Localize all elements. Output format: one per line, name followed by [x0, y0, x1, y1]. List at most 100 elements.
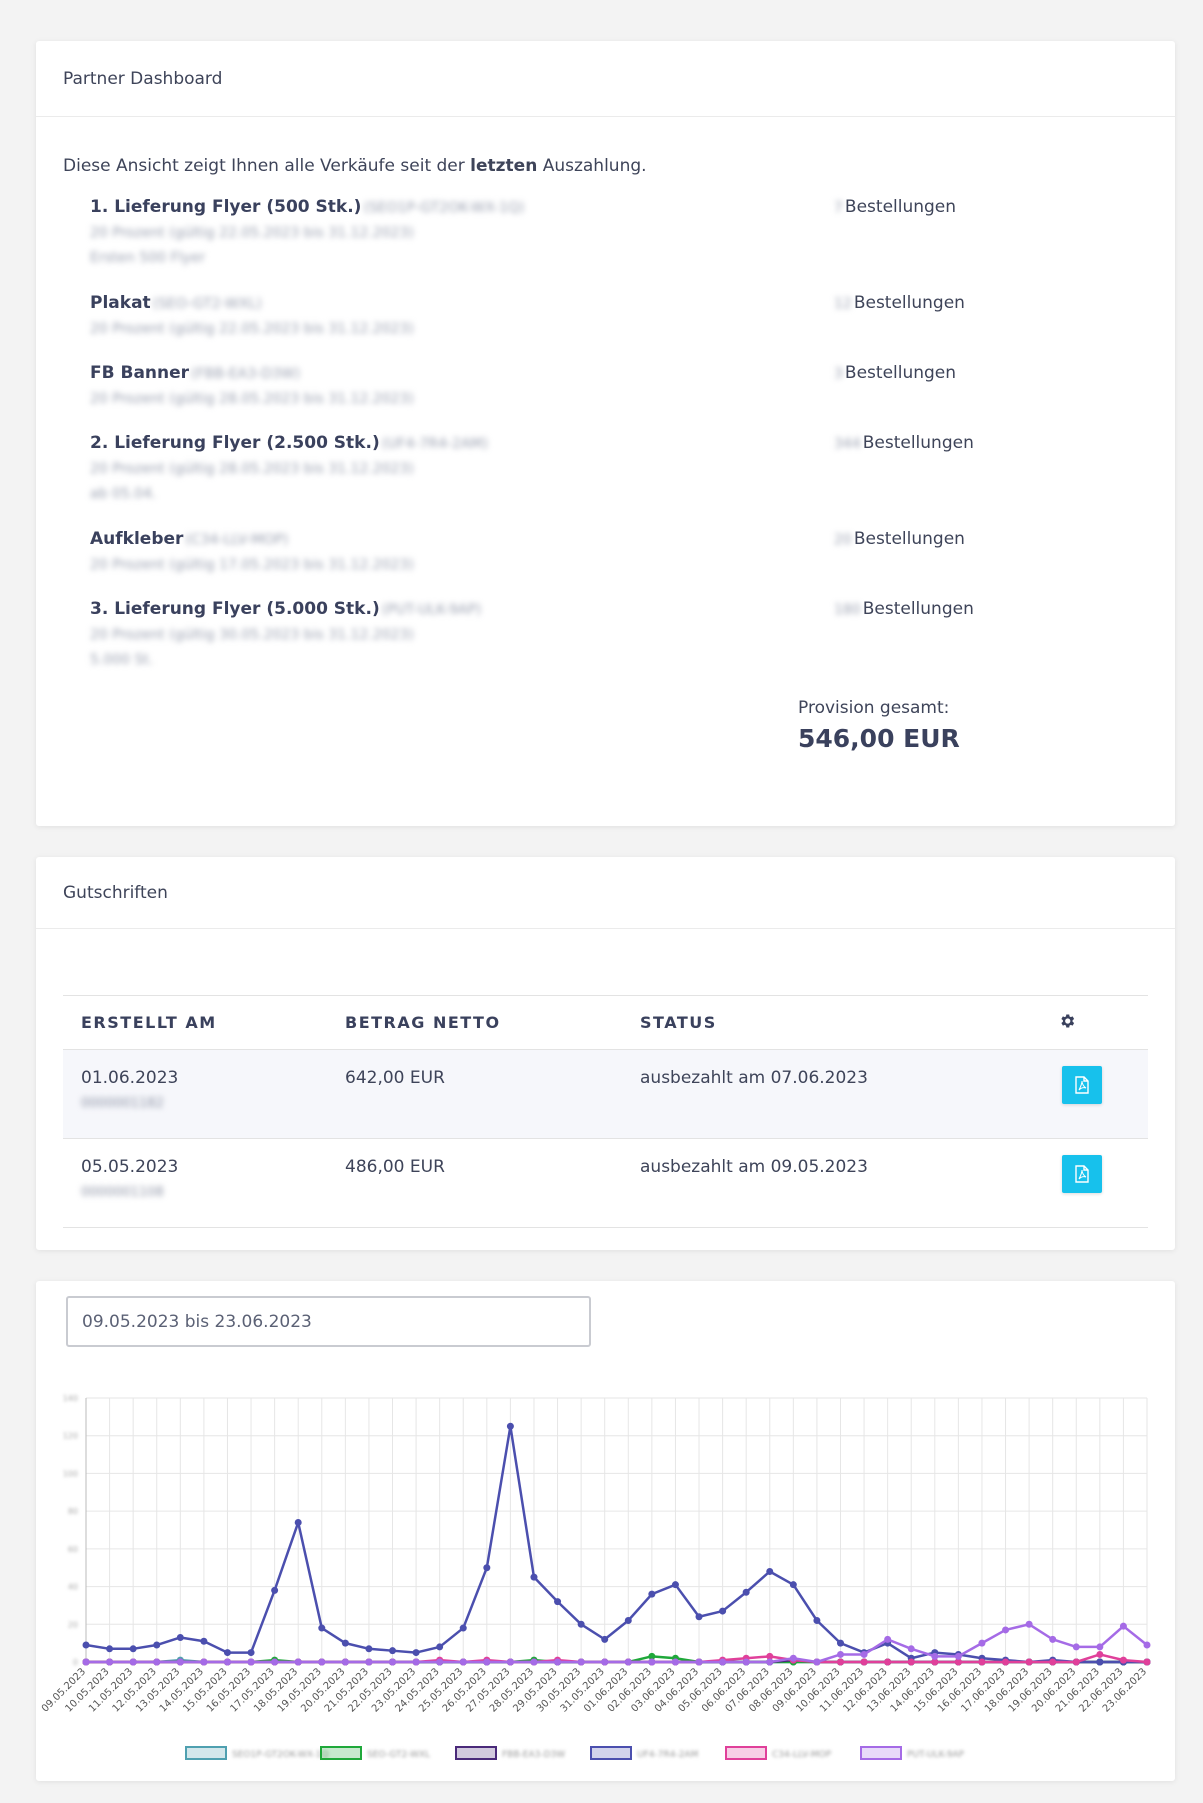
header-created: ERSTELLT AM [63, 995, 327, 1050]
data-point [1096, 1643, 1104, 1651]
data-point [176, 1658, 184, 1666]
legend-swatch [185, 1746, 227, 1760]
data-point [200, 1637, 208, 1645]
data-point [129, 1645, 137, 1653]
credits-card: Gutschriften ERSTELLT AM BETRAG NETTO ST… [36, 857, 1175, 1250]
data-point [483, 1564, 491, 1572]
order-count: 12 [834, 296, 852, 312]
card-title: Partner Dashboard [36, 41, 1175, 117]
product-orders: 180 Bestellungen [834, 599, 974, 619]
product-code: (UF4-7R4-2AM) [381, 436, 489, 452]
legend-label: UF4-7R4-2AM [637, 1750, 698, 1760]
data-point [648, 1590, 656, 1598]
gear-icon[interactable] [1058, 1012, 1076, 1034]
data-point [624, 1617, 632, 1625]
y-tick-label: 140 [63, 1394, 78, 1403]
data-point [365, 1645, 373, 1653]
pdf-download-button[interactable] [1062, 1066, 1102, 1104]
data-point [789, 1654, 797, 1662]
data-point [129, 1658, 137, 1666]
product-code: (C34-LLV-MOP) [185, 532, 289, 548]
product-name: 2. Lieferung Flyer (2.500 Stk.) [90, 433, 380, 453]
data-point [223, 1658, 231, 1666]
data-point [1025, 1620, 1033, 1628]
data-point [978, 1639, 986, 1647]
y-tick-label: 80 [68, 1507, 78, 1516]
product-detail: 20 Prozent (gültig 28.05.2023 bis 31.12.… [90, 391, 414, 407]
data-point [577, 1620, 585, 1628]
cell-actions [1040, 1138, 1148, 1228]
credits-table: ERSTELLT AM BETRAG NETTO STATUS 01.06.20… [63, 995, 1148, 1228]
intro-pre: Diese Ansicht zeigt Ihnen alle Verkäufe … [63, 156, 471, 176]
legend-label: SEO-GT2-WXL [367, 1750, 430, 1760]
data-point [506, 1658, 514, 1666]
data-point [742, 1588, 750, 1596]
product-orders: 7 Bestellungen [834, 197, 956, 217]
chart-card: 09.05.2023 bis 23.06.2023 0 20 40 60 80 100 12… [36, 1281, 1175, 1781]
data-point [1119, 1622, 1127, 1630]
header-settings[interactable] [1040, 995, 1148, 1050]
data-point [200, 1658, 208, 1666]
data-point [247, 1649, 255, 1657]
data-point [884, 1635, 892, 1643]
product-item: 2. Lieferung Flyer (2.500 Stk.) (UF4-7R4-… [90, 433, 1140, 503]
product-item: 3. Lieferung Flyer (5.000 Stk.) (PUT-ULK-… [90, 599, 1140, 669]
product-code: (SEO-GT2-WXL) [152, 296, 262, 312]
y-tick-label: 0 [73, 1658, 78, 1667]
data-point [412, 1649, 420, 1657]
data-point [506, 1422, 514, 1430]
product-code: (FBB-EA3-D3W) [191, 366, 301, 382]
table-header-row: ERSTELLT AM BETRAG NETTO STATUS [63, 995, 1148, 1050]
y-tick-label: 60 [68, 1545, 78, 1554]
intro-post: Auszahlung. [537, 156, 647, 176]
data-point [1096, 1650, 1104, 1658]
data-point [766, 1567, 774, 1575]
intro-bold: letzten [470, 156, 538, 176]
cell-actions [1040, 1049, 1148, 1139]
data-point [389, 1647, 397, 1655]
data-point [907, 1645, 915, 1653]
data-point [412, 1658, 420, 1666]
data-point [577, 1658, 585, 1666]
product-name: Aufkleber [90, 529, 184, 549]
order-count: 7 [834, 200, 843, 216]
data-point [742, 1658, 750, 1666]
sales-line-chart: 02040608010012014009.05.202310.05.202311… [40, 1394, 1151, 1760]
provision-value: 546,00 EUR [798, 724, 960, 753]
data-point [365, 1658, 373, 1666]
data-point [1143, 1658, 1151, 1666]
product-code: (SEO1P-GT2OK-WX-1Q) [363, 200, 525, 216]
partner-dashboard-card: Partner Dashboard Diese Ansicht zeigt Ih… [36, 41, 1175, 826]
legend-swatch [725, 1746, 767, 1760]
legend-swatch [320, 1746, 362, 1760]
data-point [601, 1658, 609, 1666]
data-point [695, 1658, 703, 1666]
data-point [554, 1658, 562, 1666]
credit-date: 05.05.2023 [81, 1157, 179, 1177]
data-point [1002, 1626, 1010, 1634]
product-name: 1. Lieferung Flyer (500 Stk.) [90, 197, 362, 217]
orders-label: Bestellungen [844, 363, 957, 383]
data-point [1002, 1658, 1010, 1666]
data-point [176, 1633, 184, 1641]
product-detail: Ersten 500 Flyer [90, 250, 206, 266]
data-point [1119, 1656, 1127, 1664]
data-point [836, 1639, 844, 1647]
pdf-download-button[interactable] [1062, 1155, 1102, 1193]
data-point [153, 1658, 161, 1666]
data-point [318, 1658, 326, 1666]
legend-swatch [860, 1746, 902, 1760]
header-status: STATUS [622, 995, 1040, 1050]
data-point [436, 1658, 444, 1666]
data-point [978, 1658, 986, 1666]
data-point [223, 1649, 231, 1657]
header-amount: BETRAG NETTO [327, 995, 622, 1050]
y-tick-label: 120 [63, 1432, 78, 1441]
product-name: Plakat [90, 293, 151, 313]
data-point [436, 1643, 444, 1651]
card-title: Gutschriften [36, 857, 1175, 929]
product-item: FB Banner (FBB-EA3-D3W) 20 Prozent (gültig… [90, 363, 1140, 408]
data-point [719, 1607, 727, 1615]
legend-swatch [590, 1746, 632, 1760]
data-point [860, 1658, 868, 1666]
